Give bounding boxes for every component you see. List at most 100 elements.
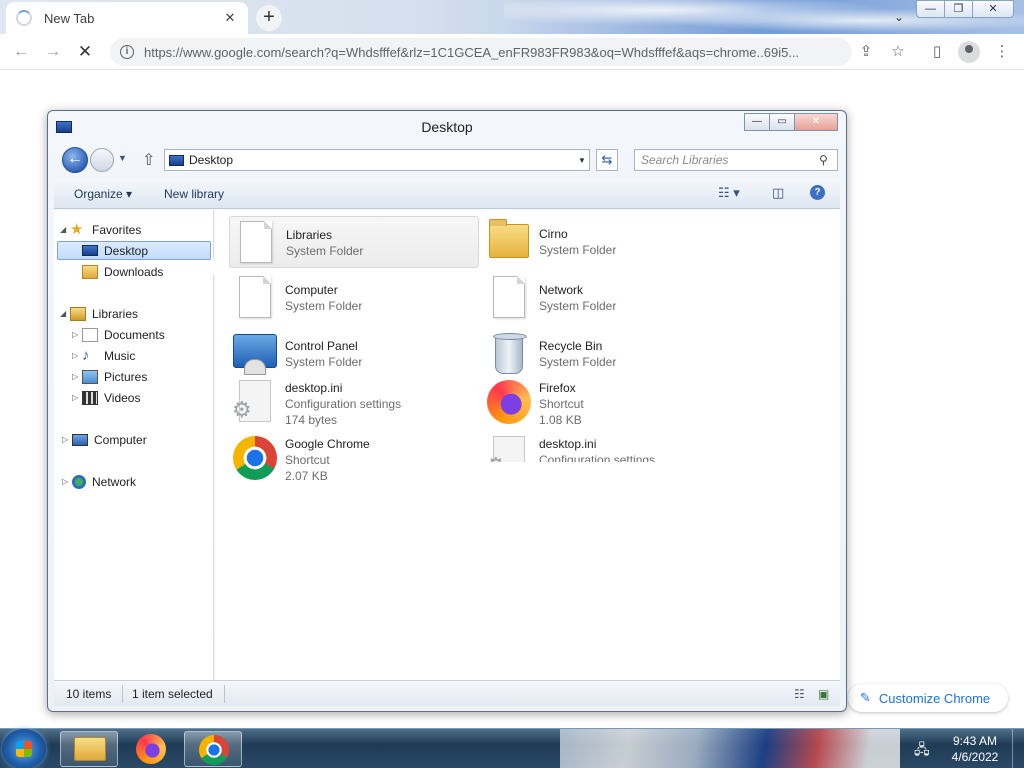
bookmark-star-icon[interactable]: ☆ <box>887 41 909 63</box>
folder-icon <box>74 737 106 761</box>
network-tray-icon[interactable]: 🖧 <box>914 739 930 763</box>
expanded-arrow-icon[interactable]: ◢ <box>60 309 70 318</box>
stop-loading-icon[interactable]: ✕ <box>74 41 96 63</box>
clock-date: 4/6/2022 <box>951 750 999 764</box>
control-panel-icon <box>231 330 279 378</box>
collapsed-arrow-icon[interactable]: ▷ <box>72 393 82 402</box>
explorer-window-controls: — ▭ ✕ <box>744 113 838 131</box>
explorer-search-box[interactable]: Search Libraries ⚲ <box>634 149 838 171</box>
change-view-icon[interactable]: ☷ ▾ <box>718 185 740 201</box>
nav-videos[interactable]: ▷ Videos <box>72 388 140 407</box>
config-file-icon <box>231 378 279 426</box>
downloads-folder-icon <box>82 264 98 279</box>
explorer-title-bar[interactable]: Desktop — ▭ ✕ <box>48 111 846 143</box>
explorer-minimize-button[interactable]: — <box>744 113 770 131</box>
list-item[interactable]: Computer System Folder <box>229 272 479 324</box>
nav-favorites[interactable]: ◢ ★ Favorites <box>60 220 141 239</box>
back-arrow-icon[interactable]: ← <box>10 41 32 63</box>
new-library-button[interactable]: New library <box>164 187 224 201</box>
firefox-icon <box>136 734 166 764</box>
tab-close-icon[interactable]: ✕ <box>222 10 238 26</box>
list-item[interactable]: Firefox Shortcut 1.08 KB <box>483 376 733 428</box>
tab-search-icon[interactable]: ⌄ <box>888 6 910 28</box>
status-bar: 10 items 1 item selected ☷ ▣ <box>54 680 840 706</box>
help-icon[interactable]: ? <box>810 185 825 200</box>
nav-downloads[interactable]: Downloads <box>82 262 163 281</box>
explorer-maximize-button[interactable]: ▭ <box>769 113 795 131</box>
customize-chrome-button[interactable]: ✎ Customize Chrome <box>848 684 1008 712</box>
list-item[interactable]: Google Chrome Shortcut 2.07 KB <box>229 432 479 484</box>
new-tab-button[interactable]: + <box>256 5 282 31</box>
organize-button[interactable]: Organize ▾ <box>74 187 132 201</box>
url-text[interactable]: https://www.google.com/search?q=Whdsfffe… <box>144 45 842 60</box>
address-bar[interactable]: i https://www.google.com/search?q=Whdsff… <box>110 38 852 66</box>
nav-music[interactable]: ▷ ♪ Music <box>72 346 135 365</box>
up-one-level-icon[interactable]: ⇧ <box>142 150 155 170</box>
documents-icon <box>82 327 98 342</box>
music-icon: ♪ <box>82 346 90 364</box>
search-placeholder: Search Libraries <box>641 153 729 167</box>
selection-count: 1 item selected <box>132 687 213 701</box>
address-dropdown-icon[interactable]: ▼ <box>575 156 589 165</box>
show-desktop-button[interactable] <box>1012 729 1024 768</box>
nav-pictures[interactable]: ▷ Pictures <box>72 367 147 386</box>
recent-pages-dropdown-icon[interactable]: ▼ <box>118 153 127 163</box>
browser-close-button[interactable]: ✕ <box>972 0 1014 18</box>
list-item[interactable]: Libraries System Folder <box>229 216 479 268</box>
config-file-icon <box>485 434 533 462</box>
large-icons-view-icon[interactable]: ▣ <box>818 687 829 701</box>
system-folder-icon <box>232 219 280 267</box>
taskbar-firefox-button[interactable] <box>122 731 180 767</box>
start-button[interactable] <box>2 729 46 768</box>
forward-arrow-icon[interactable]: → <box>42 41 64 63</box>
chrome-icon <box>199 735 229 765</box>
collapsed-arrow-icon[interactable]: ▷ <box>62 477 72 486</box>
side-panel-icon[interactable]: ▯ <box>926 41 948 63</box>
nav-network[interactable]: ▷ Network <box>62 472 136 491</box>
preview-pane-icon[interactable]: ◫ <box>772 185 784 201</box>
explorer-back-button[interactable]: ← <box>62 147 88 173</box>
details-view-icon[interactable]: ☷ <box>794 687 805 701</box>
list-item[interactable]: desktop.iniConfiguration settings <box>483 432 733 462</box>
explorer-forward-button[interactable] <box>90 148 114 172</box>
collapsed-arrow-icon[interactable]: ▷ <box>62 435 72 444</box>
list-item[interactable]: Recycle Bin System Folder <box>483 328 733 380</box>
pictures-icon <box>82 369 98 384</box>
browser-restore-button[interactable]: ❐ <box>944 0 973 18</box>
collapsed-arrow-icon[interactable]: ▷ <box>72 372 82 381</box>
nav-pictures-label: Pictures <box>104 369 148 384</box>
site-info-icon[interactable]: i <box>120 45 134 59</box>
tab-new-tab[interactable]: New Tab ✕ <box>6 2 248 34</box>
explorer-navigation-bar: ← ▼ ⇧ Desktop ▼ ⇆ Search Libraries ⚲ <box>60 147 838 173</box>
wallpaper-strip <box>560 729 900 768</box>
refresh-icon[interactable]: ⇆ <box>596 149 618 171</box>
explorer-close-button[interactable]: ✕ <box>794 113 838 131</box>
explorer-address-bar[interactable]: Desktop ▼ <box>164 149 590 171</box>
expanded-arrow-icon[interactable]: ◢ <box>60 225 70 234</box>
share-icon[interactable]: ⇪ <box>855 41 877 63</box>
nav-downloads-label: Downloads <box>104 264 164 279</box>
collapsed-arrow-icon[interactable]: ▷ <box>72 351 82 360</box>
nav-computer[interactable]: ▷ Computer <box>62 430 147 449</box>
taskbar-chrome-button[interactable] <box>184 731 242 767</box>
desktop-icon <box>82 245 98 256</box>
profile-avatar-icon[interactable] <box>958 41 980 63</box>
system-clock[interactable]: 9:43 AM 4/6/2022 <box>940 733 1010 765</box>
taskbar-explorer-button[interactable] <box>60 731 118 767</box>
list-item[interactable]: desktop.iniConfiguration settings174 byt… <box>229 376 479 428</box>
nav-documents-label: Documents <box>104 327 165 342</box>
nav-desktop[interactable]: Desktop <box>57 241 211 260</box>
list-item[interactable]: Cirno System Folder <box>483 216 733 268</box>
browser-minimize-button[interactable]: — <box>916 0 945 18</box>
nav-music-label: Music <box>104 348 136 363</box>
list-item[interactable]: Network System Folder <box>483 272 733 324</box>
explorer-window: Desktop — ▭ ✕ ← ▼ ⇧ Desktop ▼ ⇆ Search L… <box>47 110 847 712</box>
search-icon[interactable]: ⚲ <box>819 153 837 167</box>
list-item[interactable]: Control Panel System Folder <box>229 328 479 380</box>
tab-title: New Tab <box>44 10 95 26</box>
nav-documents[interactable]: ▷ Documents <box>72 325 165 344</box>
pencil-icon: ✎ <box>860 690 871 705</box>
browser-menu-icon[interactable]: ⋮ <box>991 41 1013 63</box>
collapsed-arrow-icon[interactable]: ▷ <box>72 330 82 339</box>
nav-libraries[interactable]: ◢ Libraries <box>60 304 138 323</box>
